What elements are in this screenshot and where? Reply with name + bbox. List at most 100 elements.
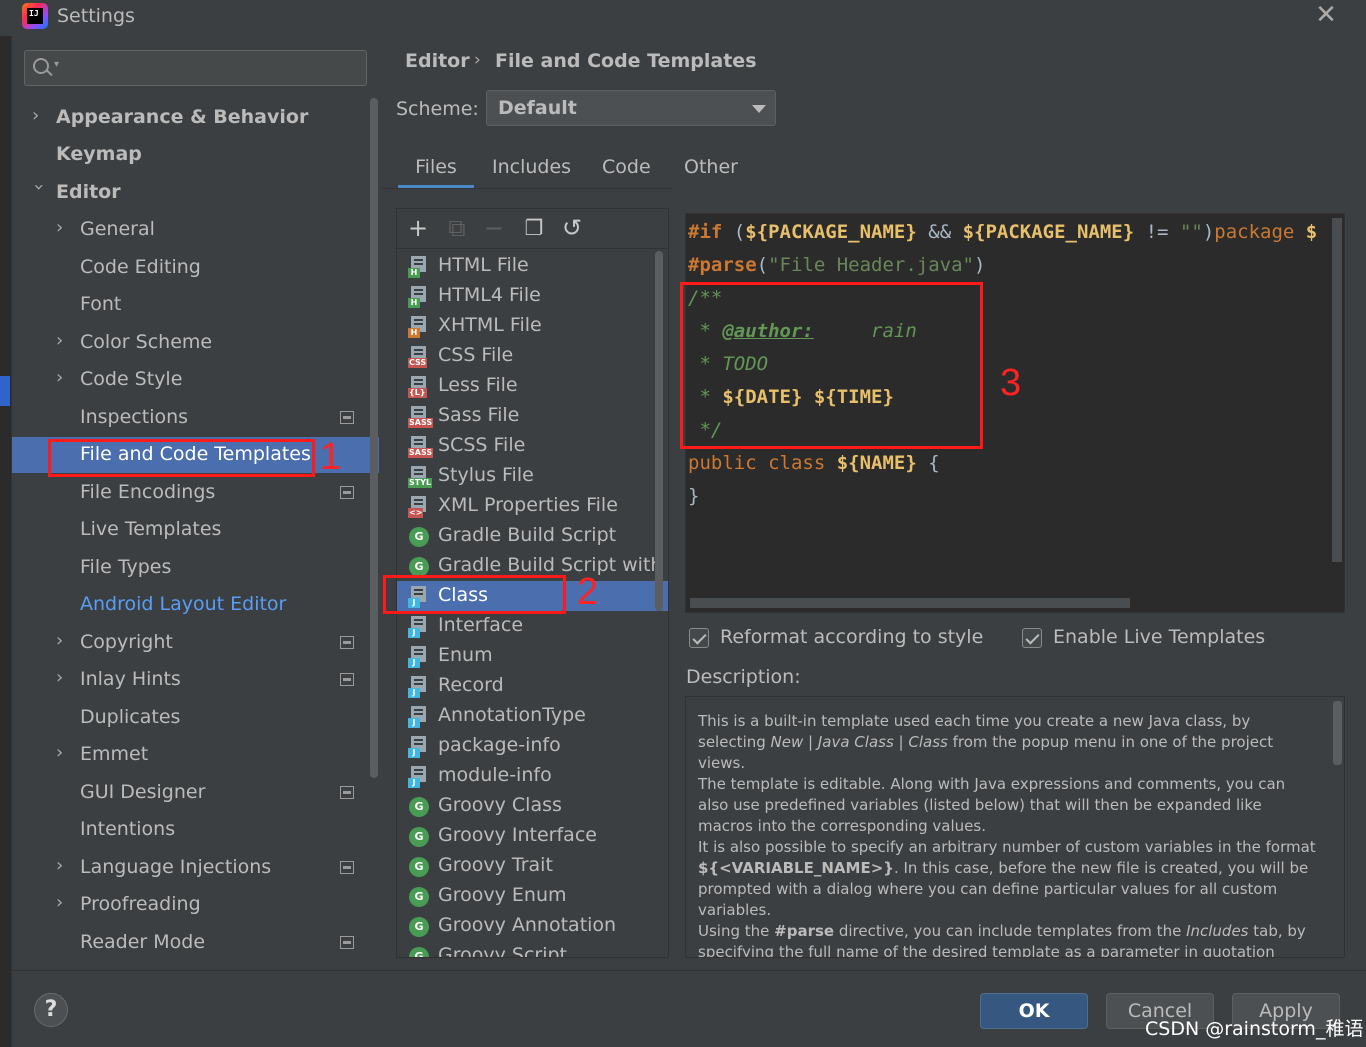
sidebar-item-code-style[interactable]: › Code Style <box>12 362 379 398</box>
template-list-item[interactable]: G Groovy Enum <box>397 881 668 911</box>
chevron-down-icon[interactable]: › <box>29 184 50 198</box>
template-list-item[interactable]: SASS Sass File <box>397 401 668 431</box>
template-list-item[interactable]: <> XML Properties File <box>397 491 668 521</box>
tab-files[interactable]: Files <box>398 156 474 188</box>
search-input[interactable] <box>67 55 357 81</box>
sidebar-item-file-types[interactable]: File Types <box>12 550 379 586</box>
tab-includes[interactable]: Includes <box>492 156 571 188</box>
template-list-item[interactable]: G Gradle Build Script <box>397 521 668 551</box>
close-icon[interactable]: ✕ <box>1310 0 1342 32</box>
sidebar-item-proofreading[interactable]: › Proofreading <box>12 887 379 923</box>
template-list-item[interactable]: H HTML File <box>397 251 668 281</box>
template-name: Groovy Script <box>438 944 568 958</box>
tab-other[interactable]: Other <box>684 156 738 188</box>
chevron-right-icon[interactable]: › <box>56 742 70 763</box>
chevron-right-icon[interactable]: › <box>56 367 70 388</box>
template-list-item[interactable]: J Interface <box>397 611 668 641</box>
ok-button[interactable]: OK <box>980 993 1088 1029</box>
sidebar-item-android-layout-editor[interactable]: Android Layout Editor <box>12 587 379 623</box>
checkbox-checked-icon[interactable] <box>689 628 709 648</box>
code-token: { <box>916 452 940 474</box>
template-list-item[interactable]: H XHTML File <box>397 311 668 341</box>
template-name: Groovy Annotation <box>438 914 617 936</box>
chevron-right-icon[interactable]: › <box>56 217 70 238</box>
template-list-item[interactable]: J Enum <box>397 641 668 671</box>
file-template-icon: J <box>408 616 430 638</box>
desc-bold: #parse <box>774 922 835 940</box>
sidebar-item-reader-mode[interactable]: Reader Mode <box>12 925 379 961</box>
search-options-icon[interactable]: ▾ <box>54 59 59 70</box>
tab-code[interactable]: Code <box>602 156 651 188</box>
add-template-button[interactable]: + <box>405 215 431 241</box>
sidebar-item-appearance-behavior[interactable]: › Appearance & Behavior <box>12 100 379 136</box>
code-token: $ <box>1294 221 1318 243</box>
chevron-right-icon[interactable]: › <box>56 630 70 651</box>
sidebar-item-file-encodings[interactable]: File Encodings <box>12 475 379 511</box>
copy-template-button[interactable]: ❐ <box>521 215 547 241</box>
scheme-dropdown[interactable]: Default <box>486 90 776 126</box>
chevron-right-icon[interactable]: › <box>56 855 70 876</box>
sidebar-item-color-scheme[interactable]: › Color Scheme <box>12 325 379 361</box>
sidebar-item-copyright[interactable]: › Copyright <box>12 625 379 661</box>
template-name: SCSS File <box>438 434 526 456</box>
sidebar-item-inspections[interactable]: Inspections <box>12 400 379 436</box>
desc-text: The template is editable. Along with Jav… <box>698 775 1286 835</box>
template-list-scrollbar[interactable] <box>655 251 663 611</box>
desc-text: It is also possible to specify an arbitr… <box>698 838 1316 856</box>
template-list-item[interactable]: Jpackage-info <box>397 731 668 761</box>
code-token: ${NAME} <box>836 452 917 474</box>
editor-horizontal-scrollbar[interactable] <box>690 598 1130 608</box>
sidebar-item-emmet[interactable]: › Emmet <box>12 737 379 773</box>
chevron-right-icon[interactable]: › <box>56 667 70 688</box>
template-list-item[interactable]: Jmodule-info <box>397 761 668 791</box>
chevron-right-icon[interactable]: › <box>56 892 70 913</box>
chevron-right-icon[interactable]: › <box>32 105 46 126</box>
sidebar-item-keymap[interactable]: Keymap <box>12 137 379 173</box>
settings-sidebar: ▾ › Appearance & Behavior Keymap › Edito… <box>12 36 379 970</box>
sidebar-item-duplicates[interactable]: Duplicates <box>12 700 379 736</box>
template-list-item[interactable]: G Groovy Interface <box>397 821 668 851</box>
template-list-item[interactable]: J AnnotationType <box>397 701 668 731</box>
template-list-item[interactable]: G Groovy Annotation <box>397 911 668 941</box>
breadcrumb-editor[interactable]: Editor <box>405 50 470 72</box>
sidebar-item-live-templates[interactable]: Live Templates <box>12 512 379 548</box>
template-list-item[interactable]: G Groovy Script <box>397 941 668 958</box>
gradle-groovy-icon: G <box>408 886 430 908</box>
icon-letter: G <box>409 917 429 937</box>
checkbox-checked-icon[interactable] <box>1022 628 1042 648</box>
create-child-template-icon[interactable]: ⧉ <box>444 215 470 241</box>
template-list-item[interactable]: G Groovy Class <box>397 791 668 821</box>
breadcrumb-separator-icon: › <box>474 50 481 70</box>
help-button[interactable]: ? <box>34 993 68 1027</box>
settings-search[interactable]: ▾ <box>24 50 367 86</box>
template-name: XHTML File <box>438 314 542 336</box>
template-list-item[interactable]: H HTML4 File <box>397 281 668 311</box>
reset-template-button[interactable]: ↺ <box>559 215 585 241</box>
template-list-item[interactable]: J Record <box>397 671 668 701</box>
sidebar-scrollbar[interactable] <box>370 98 378 778</box>
sidebar-item-label: Inspections <box>80 406 189 428</box>
template-list-item[interactable]: G Groovy Trait <box>397 851 668 881</box>
sidebar-item-general[interactable]: › General <box>12 212 379 248</box>
scheme-value: Default <box>498 97 577 119</box>
sidebar-item-gui-designer[interactable]: GUI Designer <box>12 775 379 811</box>
sidebar-item-code-editing[interactable]: Code Editing <box>12 250 379 286</box>
chevron-right-icon[interactable]: › <box>56 330 70 351</box>
sidebar-item-inlay-hints[interactable]: › Inlay Hints <box>12 662 379 698</box>
sidebar-item-intentions[interactable]: Intentions <box>12 812 379 848</box>
sidebar-item-language-injections[interactable]: › Language Injections <box>12 850 379 886</box>
gradle-groovy-icon: G <box>408 916 430 938</box>
remove-template-button[interactable]: − <box>481 215 507 241</box>
template-list-item[interactable]: STYL Stylus File <box>397 461 668 491</box>
template-list-item[interactable]: SASS SCSS File <box>397 431 668 461</box>
template-list-item[interactable]: {L} Less File <box>397 371 668 401</box>
icon-letter: G <box>409 857 429 877</box>
sidebar-item-editor[interactable]: › Editor <box>12 175 379 211</box>
live-templates-label: Enable Live Templates <box>1053 626 1266 648</box>
editor-vertical-scrollbar[interactable] <box>1332 218 1342 562</box>
description-scrollbar[interactable] <box>1333 701 1342 765</box>
sidebar-item-font[interactable]: Font <box>12 287 379 323</box>
template-list-item[interactable]: CSS CSS File <box>397 341 668 371</box>
template-name: XML Properties File <box>438 494 618 516</box>
file-template-icon: J <box>408 646 430 668</box>
